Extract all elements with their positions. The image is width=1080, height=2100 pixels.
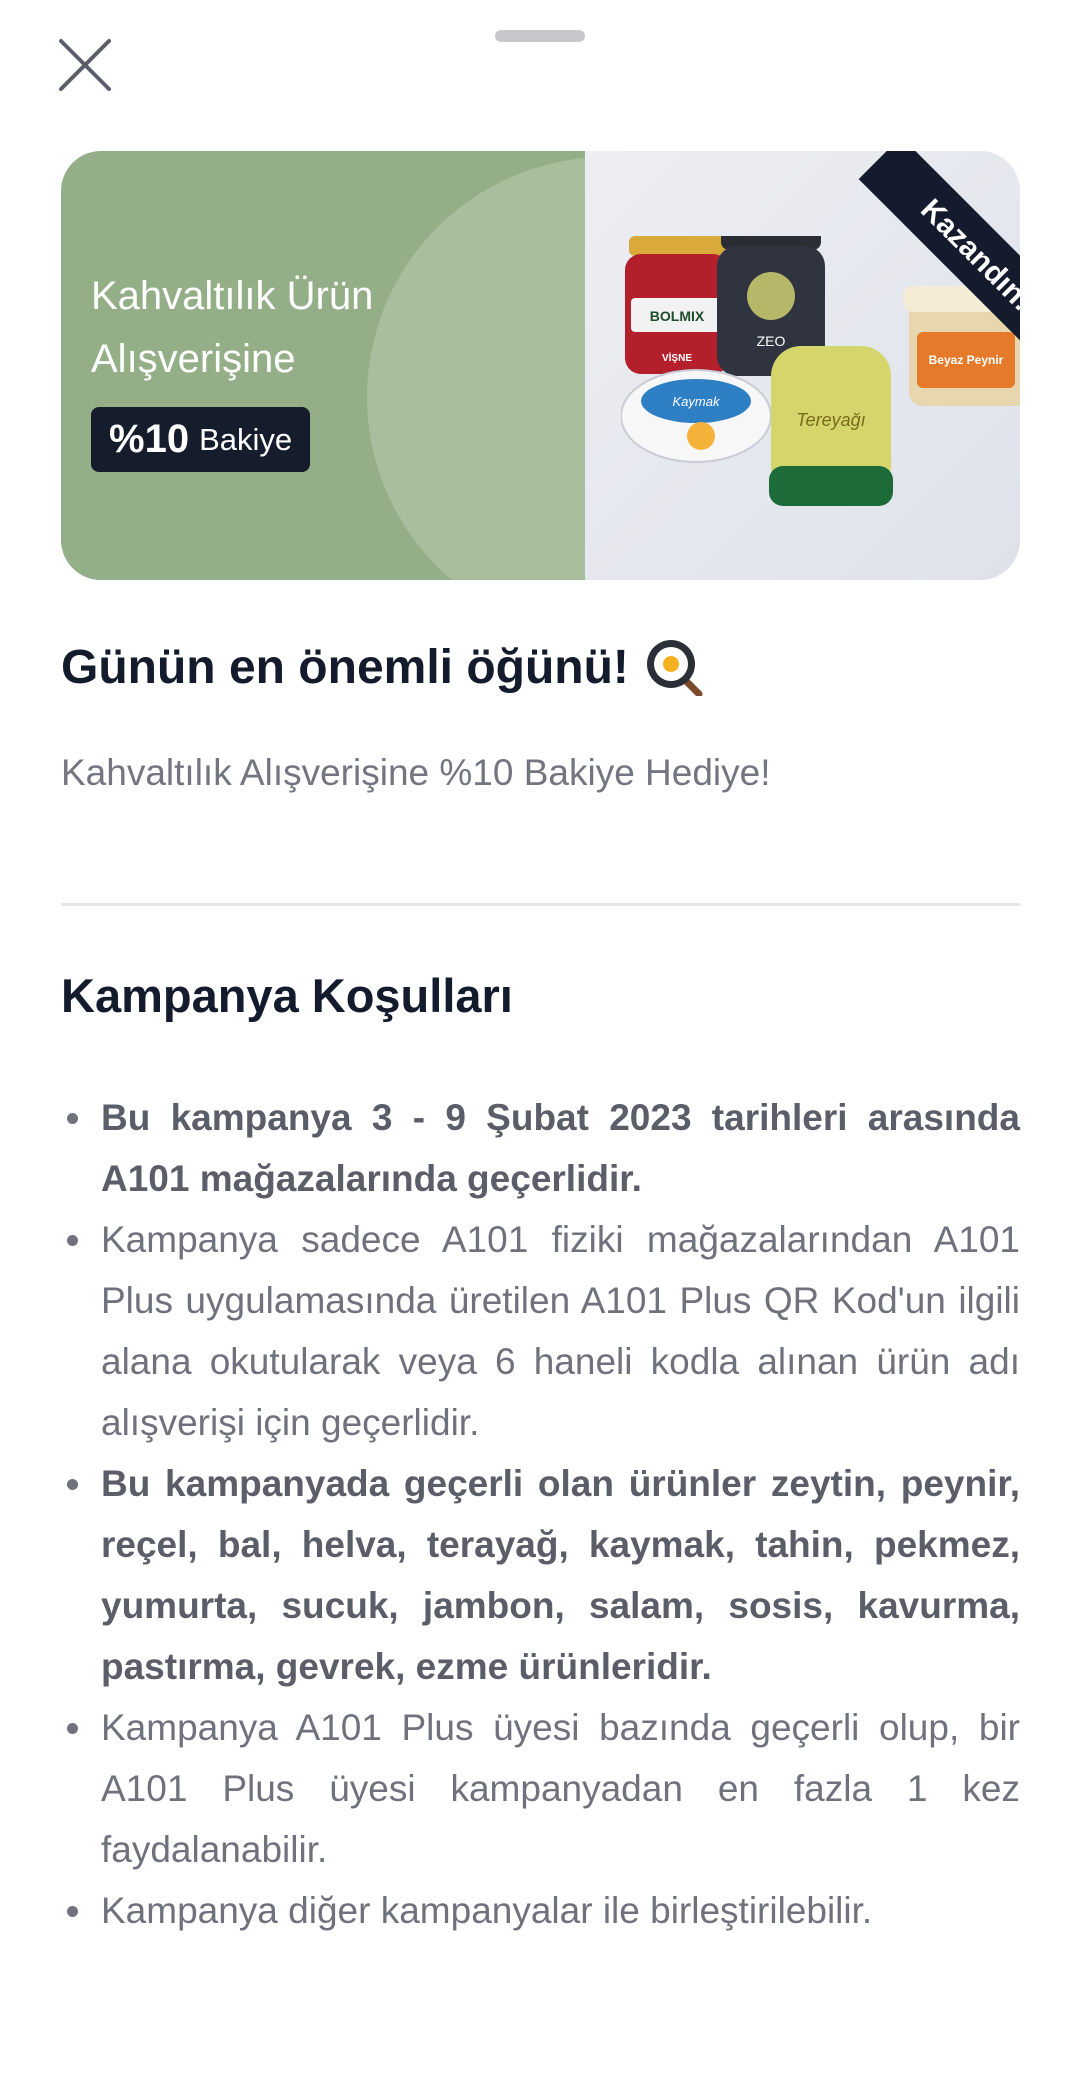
campaign-detail-sheet: Kahvaltılık Ürün Alışverişine %10 Bakiye… <box>0 0 1080 2100</box>
banner-title: Kahvaltılık Ürün Alışverişine <box>91 265 531 391</box>
term-item: Kampanya sadece A101 fiziki mağazalarınd… <box>61 1209 1020 1453</box>
banner-discount-badge: %10 Bakiye <box>91 407 311 472</box>
frying-pan-egg-icon <box>646 640 703 696</box>
jam-jar-icon: BOLMIX VİŞNE <box>625 236 729 374</box>
cream-tub-icon: Kaymak <box>621 369 772 463</box>
badge-label: Bakiye <box>199 421 293 457</box>
svg-text:Beyaz Peynir: Beyaz Peynir <box>929 353 1004 367</box>
term-item: Kampanya A101 Plus üyesi bazında geçerli… <box>61 1697 1020 1880</box>
sheet-drag-handle[interactable] <box>495 30 585 42</box>
campaign-subtitle: Kahvaltılık Alışverişine %10 Bakiye Hedi… <box>61 752 771 793</box>
svg-text:Kaymak: Kaymak <box>673 394 721 409</box>
campaign-banner: Kahvaltılık Ürün Alışverişine %10 Bakiye… <box>61 151 1020 580</box>
terms-list: Bu kampanya 3 - 9 Şubat 2023 tarihleri a… <box>61 1087 1020 1941</box>
butter-pack-icon: Tereyağı <box>769 346 893 506</box>
svg-text:VİŞNE: VİŞNE <box>662 351 692 364</box>
campaign-title-text: Günün en önemli öğünü! <box>61 640 629 694</box>
svg-text:ZEO: ZEO <box>757 333 786 349</box>
badge-percent: %10 <box>109 417 190 461</box>
term-item: Kampanya diğer kampanyalar ile birleştir… <box>61 1880 1020 1941</box>
term-item: Bu kampanyada geçerli olan ürünler zeyti… <box>61 1453 1020 1697</box>
term-item: Bu kampanya 3 - 9 Şubat 2023 tarihleri a… <box>61 1087 1020 1209</box>
close-icon <box>59 39 111 91</box>
breakfast-products-image: BOLMIX VİŞNE ZEO Beyaz Peynir Kaymak Ter… <box>621 236 1020 506</box>
svg-text:BOLMIX: BOLMIX <box>650 308 705 324</box>
banner-title-line-2: Alışverişine <box>91 337 296 381</box>
campaign-title: Günün en önemli öğünü! <box>61 638 1021 696</box>
banner-text-area: Kahvaltılık Ürün Alışverişine %10 Bakiye <box>61 151 585 580</box>
close-button[interactable] <box>50 30 120 100</box>
banner-title-line-1: Kahvaltılık Ürün <box>91 274 374 318</box>
terms-heading: Kampanya Koşulları <box>61 969 513 1022</box>
section-divider <box>61 903 1020 906</box>
svg-text:Tereyağı: Tereyağı <box>796 410 865 430</box>
